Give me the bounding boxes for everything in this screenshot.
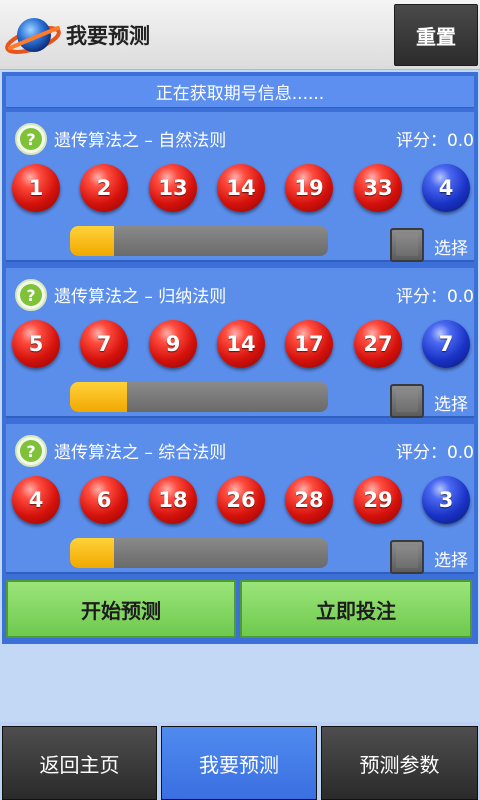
action-row: 开始预测 立即投注: [6, 580, 474, 638]
progress-bar: [70, 538, 328, 568]
select-label: 选择: [434, 395, 468, 415]
nav-predict-button[interactable]: 我要预测: [161, 726, 317, 800]
page-title: 我要预测: [66, 24, 150, 48]
red-ball: 6: [80, 476, 128, 524]
red-ball: 14: [217, 164, 265, 212]
help-icon[interactable]: ?: [14, 122, 48, 156]
red-ball: 9: [149, 320, 197, 368]
red-ball: 14: [217, 320, 265, 368]
planet-ring-icon: [5, 18, 61, 54]
algorithm-name: 遗传算法之 – 归纳法则: [54, 287, 227, 307]
select-checkbox[interactable]: [390, 540, 424, 574]
app-header: 我要预测 重置: [0, 0, 480, 70]
red-ball: 26: [217, 476, 265, 524]
nav-params-button[interactable]: 预测参数: [321, 726, 478, 800]
score-label: 评分：0.0: [395, 131, 474, 151]
svg-text:?: ?: [26, 286, 35, 305]
red-ball: 18: [149, 476, 197, 524]
red-ball: 5: [12, 320, 60, 368]
red-ball: 2: [80, 164, 128, 212]
red-ball: 7: [80, 320, 128, 368]
progress-bar: [70, 226, 328, 256]
blue-ball: 3: [422, 476, 470, 524]
nav-home-button[interactable]: 返回主页: [2, 726, 157, 800]
start-prediction-button[interactable]: 开始预测: [6, 580, 236, 638]
blue-ball: 7: [422, 320, 470, 368]
red-ball: 17: [285, 320, 333, 368]
progress-fill: [70, 226, 114, 256]
select-checkbox[interactable]: [390, 228, 424, 262]
issue-status-bar: 正在获取期号信息......: [6, 76, 474, 108]
select-checkbox[interactable]: [390, 384, 424, 418]
red-ball: 4: [12, 476, 60, 524]
red-ball: 13: [149, 164, 197, 212]
red-ball: 27: [354, 320, 402, 368]
reset-button[interactable]: 重置: [394, 4, 478, 66]
red-ball: 29: [354, 476, 402, 524]
progress-bar: [70, 382, 328, 412]
algorithm-name: 遗传算法之 – 自然法则: [54, 131, 227, 151]
algorithm-name: 遗传算法之 – 综合法则: [54, 443, 227, 463]
progress-fill: [70, 382, 127, 412]
score-label: 评分：0.0: [395, 443, 474, 463]
help-icon[interactable]: ?: [14, 434, 48, 468]
algorithm-panel: ? 遗传算法之 – 自然法则 评分：0.0 1 2 13 14 19 33 4 选择: [6, 112, 474, 262]
bottom-nav: 返回主页 我要预测 预测参数: [0, 722, 480, 800]
prediction-area: 正在获取期号信息...... ? 遗传算法之 – 自然法则 评分：0.0 1 2 13 14…: [2, 72, 478, 644]
svg-text:?: ?: [26, 442, 35, 461]
progress-fill: [70, 538, 114, 568]
red-ball: 1: [12, 164, 60, 212]
select-label: 选择: [434, 239, 468, 259]
help-icon[interactable]: ?: [14, 278, 48, 312]
red-ball: 33: [354, 164, 402, 212]
blue-ball: 4: [422, 164, 470, 212]
svg-text:?: ?: [26, 130, 35, 149]
select-label: 选择: [434, 551, 468, 571]
red-ball: 28: [285, 476, 333, 524]
algorithm-panel: ? 遗传算法之 – 综合法则 评分：0.0 4 6 18 26 28 29 3 选择: [6, 424, 474, 574]
red-ball: 19: [285, 164, 333, 212]
score-label: 评分：0.0: [395, 287, 474, 307]
bet-now-button[interactable]: 立即投注: [240, 580, 472, 638]
algorithm-panel: ? 遗传算法之 – 归纳法则 评分：0.0 5 7 9 14 17 27 7 选择: [6, 268, 474, 418]
